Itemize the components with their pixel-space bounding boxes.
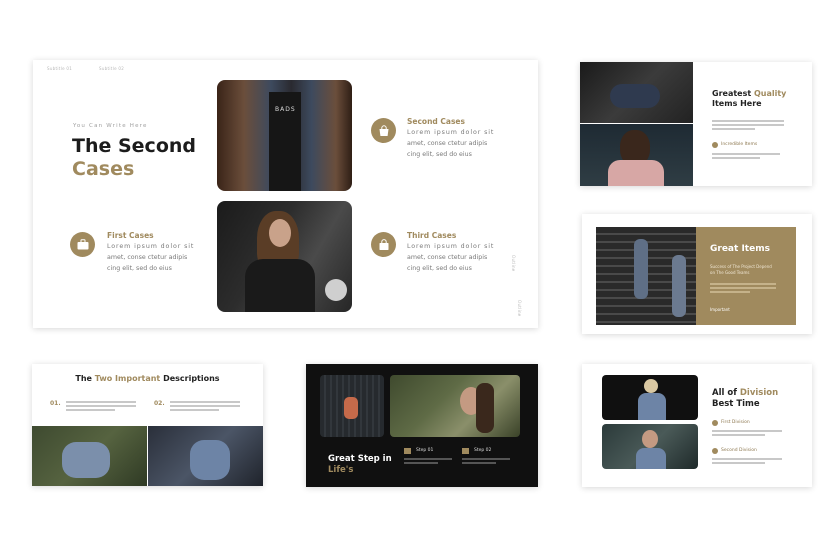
denim-jacket-4 (636, 448, 666, 469)
shopping-bag-icon (379, 238, 388, 250)
blonde-hair (644, 379, 658, 393)
photo-woman-sunglasses (602, 424, 698, 469)
second-case-body-3: cing elit, sed do eius (407, 151, 472, 158)
main-title-line1: The Second (72, 135, 197, 157)
descriptions-title-part2: Two Important (94, 374, 161, 383)
quality-title-line2: Items Here (712, 99, 762, 108)
second-case-title: Second Cases (407, 117, 465, 126)
first-case-body-2: amet, conse ctetur adipis (107, 254, 188, 261)
tshirt-print: BADS (275, 106, 296, 113)
first-division-label: First Division (721, 420, 750, 425)
step2-label: Step 02 (474, 448, 492, 453)
briefcase-icon (77, 239, 88, 250)
pink-sweater (608, 160, 664, 186)
great-items-slide[interactable]: Great Items Success of The Project Depen… (582, 214, 812, 334)
denim-jacket-blonde (638, 393, 666, 420)
denim-outfit (62, 442, 110, 478)
descriptions-title: The Two Important Descriptions (32, 374, 263, 383)
photo-stairs (596, 227, 696, 325)
third-case-body-1: Lorem ipsum dolor sit (407, 243, 495, 250)
user-icon (712, 142, 718, 148)
first-case-title: First Cases (107, 231, 154, 240)
great-items-panel: Great Items Success of The Project Depen… (696, 227, 796, 325)
first-case-body-3: cing elit, sed do eius (107, 265, 172, 272)
great-items-lines (710, 283, 776, 295)
great-items-subtitle-1: Success of The Project Depend (710, 264, 772, 269)
quality-slide[interactable]: Greatest Quality Items Here Incredible I… (580, 62, 812, 186)
second-case-body-2: amet, conse ctetur adipis (407, 140, 488, 147)
quality-title-part1: Greatest (712, 89, 752, 98)
third-case-body-2: amet, conse ctetur adipis (407, 254, 488, 261)
denim-knee (610, 84, 660, 108)
great-items-title: Great Items (710, 244, 770, 254)
photo-woman-leaves (390, 375, 520, 437)
man-standing (672, 255, 686, 317)
quality-body-lines (712, 120, 784, 132)
description-number-2: 02. (154, 400, 165, 407)
woman-standing (634, 239, 648, 299)
dark-title-line2: Life's (328, 465, 354, 475)
step1-label: Step 01 (416, 448, 434, 453)
division-title-part1: All of (712, 388, 737, 398)
side-label-2: Outline (517, 300, 522, 317)
second-division-label: Second Division (721, 448, 757, 453)
description-number-1: 01. (50, 400, 61, 407)
division-title-line1: All of Division (712, 388, 778, 398)
dark-title-part1: Great Step in (328, 454, 392, 464)
photo-woman-grass (32, 426, 147, 486)
third-case-icon-wrap (371, 232, 396, 257)
great-items-subtitle-2: on The Good Teams (710, 270, 750, 275)
second-division-icon (712, 448, 718, 454)
description-lines-2 (170, 401, 240, 413)
division-title-line2: Best Time (712, 399, 760, 409)
dark-slide[interactable]: Great Step in Life's Step 01 Step 02 (306, 364, 538, 487)
second-case-body-1: Lorem ipsum dolor sit (407, 129, 495, 136)
photo-sitting-man (580, 62, 693, 123)
side-label-1: Outline (511, 255, 516, 272)
division-slide[interactable]: All of Division Best Time First Division… (582, 364, 812, 487)
great-items-foot: Important (710, 307, 730, 312)
descriptions-slide[interactable]: The Two Important Descriptions 01. 02. (32, 364, 263, 486)
photo-man-motorbike (148, 426, 263, 486)
main-tab-2: Subtitle 02 (99, 66, 125, 71)
description-lines-1 (66, 401, 136, 413)
division-title-part2: Division (739, 388, 779, 398)
third-case-title: Third Cases (407, 231, 457, 240)
photo-woman-orange-top (320, 375, 384, 437)
descriptions-title-part3: Descriptions (163, 374, 220, 383)
first-case-body-1: Lorem ipsum dolor sit (107, 243, 195, 250)
main-tab-1: Subtitle 01 (47, 66, 73, 71)
second-case-icon-wrap (371, 118, 396, 143)
third-case-body-3: cing elit, sed do eius (407, 265, 472, 272)
photo-denim-jacket: BADS (217, 80, 352, 191)
step1-icon (404, 448, 411, 454)
woman-hair-3 (476, 383, 494, 433)
photo-woman-helmet (217, 201, 352, 312)
main-kicker: You Can Write Here (73, 123, 148, 129)
helmet (325, 279, 347, 301)
woman-face (269, 219, 291, 247)
quality-feature: Incredible Items (721, 142, 758, 147)
quality-feature-lines (712, 153, 780, 161)
first-division-icon (712, 420, 718, 426)
dark-title-line1: Great Step in (328, 454, 392, 464)
woman-face-4 (642, 430, 658, 448)
orange-top (344, 397, 358, 419)
quality-title-line1: Greatest Quality (712, 89, 786, 98)
descriptions-title-part1: The (75, 374, 92, 383)
quality-title-part2: Quality (753, 89, 787, 98)
denim-jacket-man (190, 440, 230, 480)
step2-lines (462, 458, 510, 466)
bag-icon (379, 124, 388, 136)
first-division-lines (712, 430, 782, 438)
step2-icon (462, 448, 469, 454)
second-division-lines (712, 458, 782, 466)
photo-woman-pink-sweater (580, 124, 693, 186)
main-title-line2: Cases (72, 158, 135, 180)
main-slide[interactable]: Subtitle 01 Subtitle 02 You Can Write He… (33, 60, 538, 328)
photo-blonde-woman (602, 375, 698, 420)
step1-lines (404, 458, 452, 466)
first-case-icon-wrap (70, 232, 95, 257)
leather-jacket (245, 259, 315, 312)
